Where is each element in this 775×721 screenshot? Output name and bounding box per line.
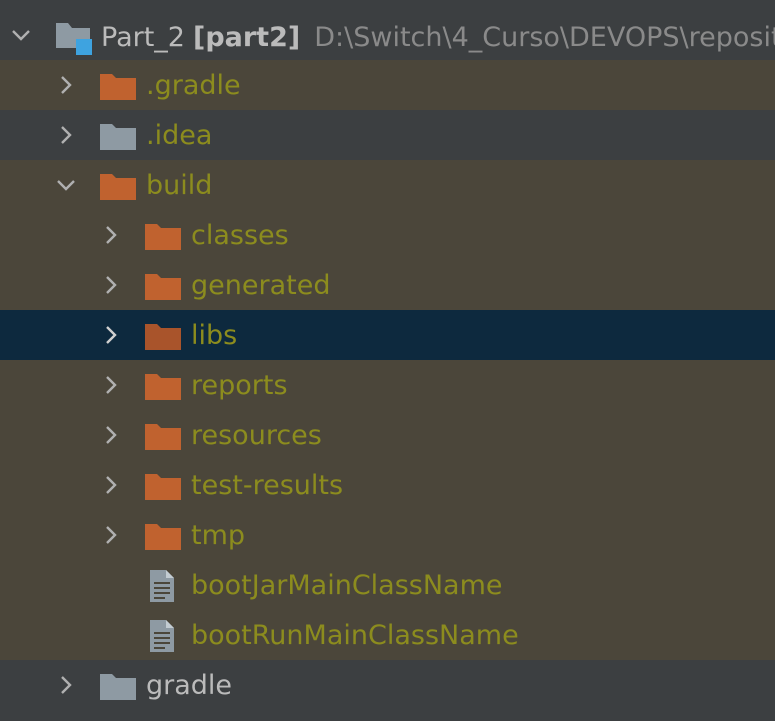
root-name: Part_2 [101,22,185,53]
tree-item-label: bootJarMainClassName [191,570,503,601]
tree-item-label: classes [191,220,289,251]
tree-item-gradle-cache[interactable]: .gradle [0,60,775,110]
chevron-right-icon[interactable] [55,124,77,146]
tree-item-label: .gradle [146,70,241,101]
chevron-right-icon[interactable] [55,674,77,696]
tree-item-label: gradle [146,670,233,701]
chevron-right-icon[interactable] [100,324,122,346]
tree-item-test-results[interactable]: test-results [0,460,775,510]
folder-excluded-icon [145,222,181,250]
chevron-right-icon[interactable] [100,524,122,546]
tree-item-bootrun-file[interactable]: bootRunMainClassName [0,610,775,660]
tree-item-bootjar-file[interactable]: bootJarMainClassName [0,560,775,610]
chevron-right-icon[interactable] [100,424,122,446]
tree-item-reports[interactable]: reports [0,360,775,410]
tree-item-gradle[interactable]: gradle [0,660,775,721]
tree-item-idea[interactable]: .idea [0,110,775,160]
tree-item-label: reports [191,370,288,401]
tree-item-tmp[interactable]: tmp [0,510,775,560]
text-file-icon [148,569,176,603]
tree-item-libs[interactable]: libs [0,310,775,360]
module-folder-icon [54,20,94,56]
tree-item-generated[interactable]: generated [0,260,775,310]
tree-root-part2[interactable]: Part_2 [part2] D:\Switch\4_Curso\DEVOPS\re… [0,0,775,60]
folder-excluded-icon [145,372,181,400]
root-path: D:\Switch\4_Curso\DEVOPS\reposito [314,22,775,53]
tree-item-label: tmp [191,520,246,551]
tree-item-label: resources [191,420,322,451]
tree-item-resources[interactable]: resources [0,410,775,460]
chevron-right-icon[interactable] [100,224,122,246]
module-name: [part2] [192,22,301,53]
chevron-right-icon[interactable] [100,274,122,296]
folder-icon [100,122,136,150]
folder-excluded-icon [100,172,136,200]
tree-item-label: build [146,170,213,201]
text-file-icon [148,619,176,653]
tree-item-label: bootRunMainClassName [191,620,519,651]
folder-excluded-icon [145,422,181,450]
tree-item-label: generated [191,270,331,301]
folder-excluded-icon [145,272,181,300]
chevron-right-icon[interactable] [100,374,122,396]
chevron-right-icon[interactable] [100,474,122,496]
tree-item-label: test-results [191,470,344,501]
chevron-right-icon[interactable] [55,74,77,96]
chevron-down-icon[interactable] [55,174,77,196]
folder-excluded-icon [145,322,181,350]
tree-item-label: libs [191,320,238,351]
tree-item-build[interactable]: build [0,160,775,210]
tree-item-label: .idea [146,120,213,151]
folder-excluded-icon [100,72,136,100]
chevron-down-icon[interactable] [10,24,32,46]
folder-icon [100,672,136,700]
folder-excluded-icon [145,522,181,550]
folder-excluded-icon [145,472,181,500]
tree-item-classes[interactable]: classes [0,210,775,260]
project-tree[interactable]: Part_2 [part2] D:\Switch\4_Curso\DEVOPS\re… [0,0,775,721]
